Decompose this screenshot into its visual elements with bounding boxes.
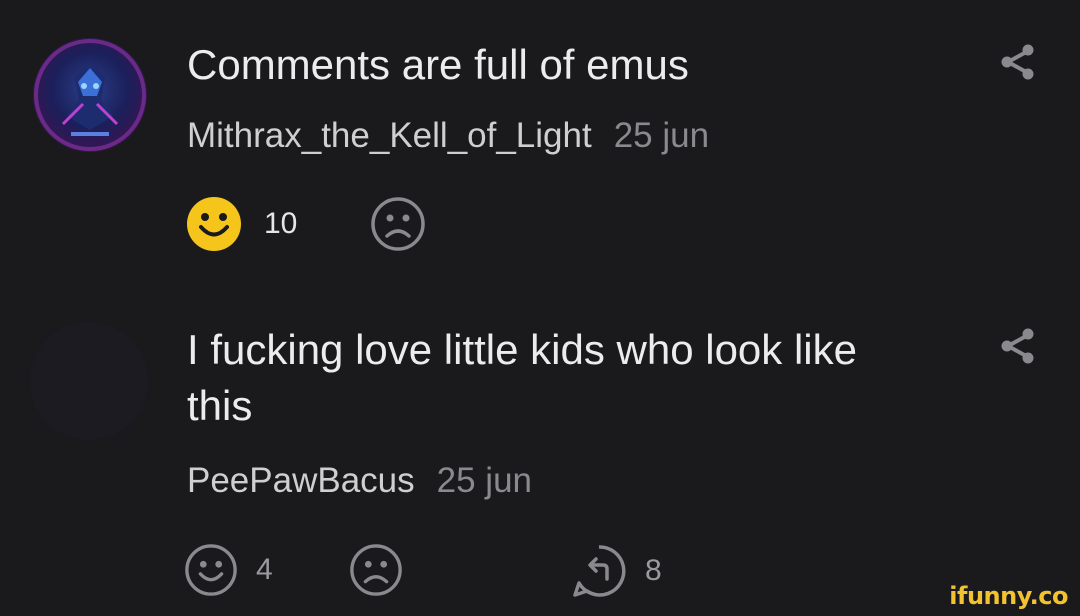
author-name[interactable]: Mithrax_the_Kell_of_Light [187, 116, 592, 155]
author-name[interactable]: PeePawBacus [187, 461, 415, 500]
comment-text: I fucking love little kids who look like… [187, 326, 857, 429]
share-icon [1001, 44, 1034, 80]
sad-face-icon [350, 544, 402, 596]
comment-date: 25 jun [613, 116, 710, 155]
avatar[interactable] [33, 38, 147, 152]
comment-text: Comments are full of emus [187, 41, 689, 88]
smile-face-icon [185, 544, 237, 596]
share-icon [1001, 328, 1034, 364]
reply-count: 8 [645, 554, 662, 587]
share-button[interactable] [998, 42, 1038, 82]
comment-date: 25 jun [436, 461, 533, 500]
like-button[interactable]: 4 [184, 543, 273, 597]
reply-button[interactable]: 8 [571, 543, 662, 599]
like-count: 4 [256, 553, 273, 586]
comment-meta: PeePawBacus 25 jun [187, 461, 532, 501]
share-button[interactable] [998, 326, 1038, 366]
comment-meta: Mithrax_the_Kell_of_Light 25 jun [187, 116, 709, 156]
smile-filled-icon [187, 197, 241, 251]
like-count: 10 [264, 207, 298, 240]
ifunny-watermark: ifunny.co [949, 582, 1068, 610]
sad-face-icon [371, 197, 425, 251]
reply-bubble-icon [573, 545, 626, 597]
dislike-button[interactable] [370, 196, 426, 252]
like-button[interactable]: 10 [186, 196, 297, 252]
dislike-button[interactable] [349, 543, 403, 597]
avatar-image [34, 39, 146, 151]
avatar[interactable] [30, 322, 148, 440]
